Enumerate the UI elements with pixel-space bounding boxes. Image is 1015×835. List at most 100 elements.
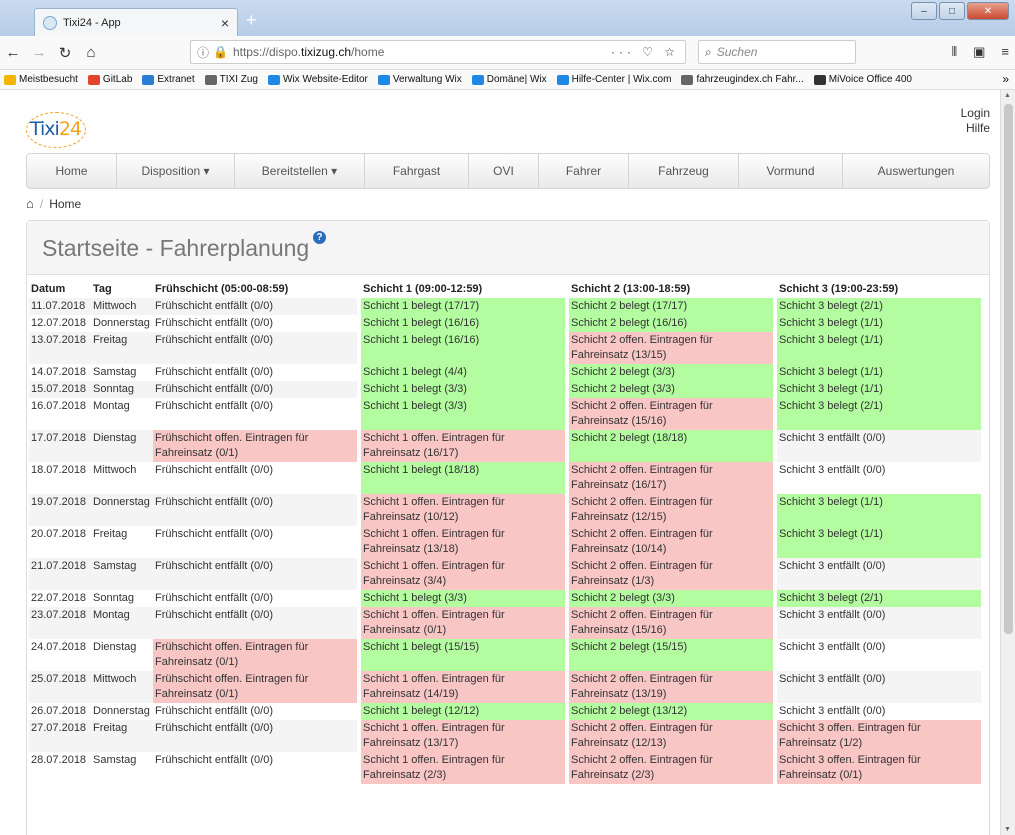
day-cell: Samstag — [91, 752, 153, 784]
library-icon[interactable]: ⫴ — [952, 44, 957, 60]
scroll-down-icon[interactable]: ▼ — [1004, 826, 1011, 833]
table-row: 12.07.2018 Donnerstag Frühschicht entfällt… — [29, 315, 981, 332]
forward-icon[interactable]: → — [26, 44, 52, 61]
shift-filled-cell: Schicht 2 belegt (3/3) — [569, 364, 773, 381]
bookmark-item[interactable]: GitLab — [87, 74, 132, 85]
maximize-icon[interactable]: □ — [939, 2, 965, 20]
menu-item-auswertungen[interactable]: Auswertungen — [843, 154, 989, 188]
menu-item-fahrer[interactable]: Fahrer — [539, 154, 629, 188]
shift-open-cell[interactable]: Schicht 1 offen. Eintragen für Fahreinsa… — [361, 430, 565, 462]
shift-open-cell[interactable]: Schicht 1 offen. Eintragen für Fahreinsa… — [361, 720, 565, 752]
shift-open-cell[interactable]: Schicht 2 offen. Eintragen für Fahreinsa… — [569, 462, 773, 494]
shift-open-cell[interactable]: Frühschicht offen. Eintragen für Fahrein… — [153, 639, 357, 671]
scrollbar-thumb[interactable] — [1004, 104, 1013, 634]
shift-table: Datum Tag Frühschicht (05:00-08:59) Schicht… — [29, 279, 981, 784]
shift-filled-cell: Schicht 1 belegt (3/3) — [361, 590, 565, 607]
date-cell: 21.07.2018 — [29, 558, 91, 590]
info-icon[interactable]: ⓘ — [197, 44, 209, 61]
login-link[interactable]: Login — [961, 106, 990, 121]
date-cell: 26.07.2018 — [29, 703, 91, 720]
shift-open-cell[interactable]: Schicht 2 offen. Eintragen für Fahreinsa… — [569, 720, 773, 752]
reload-icon[interactable]: ↻ — [52, 44, 78, 62]
shift-filled-cell: Schicht 1 belegt (16/16) — [361, 332, 565, 364]
bookmark-item[interactable]: Wix Website-Editor — [268, 74, 368, 85]
shift-cancelled-cell: Frühschicht entfällt (0/0) — [153, 332, 357, 364]
bookmark-item[interactable]: fahrzeugindex.ch Fahr... — [681, 74, 804, 85]
home-icon[interactable]: ⌂ — [78, 44, 104, 61]
scroll-up-icon[interactable]: ▲ — [1004, 92, 1011, 99]
bookmark-item[interactable]: Verwaltung Wix — [377, 74, 462, 85]
page-actions-icon[interactable]: ··· ♡ ☆ — [611, 45, 679, 59]
shift-cancelled-cell: Frühschicht entfällt (0/0) — [153, 381, 357, 398]
shift-filled-cell: Schicht 1 belegt (3/3) — [361, 381, 565, 398]
table-row: 18.07.2018 Mittwoch Frühschicht entfällt (… — [29, 462, 981, 494]
shift-open-cell[interactable]: Schicht 2 offen. Eintragen für Fahreinsa… — [569, 671, 773, 703]
shift-open-cell[interactable]: Schicht 1 offen. Eintragen für Fahreinsa… — [361, 494, 565, 526]
day-cell: Sonntag — [91, 381, 153, 398]
search-placeholder: Suchen — [716, 45, 758, 59]
day-cell: Freitag — [91, 332, 153, 364]
shift-open-cell[interactable]: Frühschicht offen. Eintragen für Fahrein… — [153, 430, 357, 462]
shift-open-cell[interactable]: Schicht 2 offen. Eintragen für Fahreinsa… — [569, 752, 773, 784]
bookmark-label: Domäne| Wix — [486, 74, 547, 85]
shift-open-cell[interactable]: Frühschicht offen. Eintragen für Fahrein… — [153, 671, 357, 703]
bookmark-label: MiVoice Office 400 — [828, 74, 912, 85]
bookmark-item[interactable]: Domäne| Wix — [471, 74, 547, 85]
table-row: 27.07.2018 Freitag Frühschicht entfällt (0… — [29, 720, 981, 752]
shift-open-cell[interactable]: Schicht 1 offen. Eintragen für Fahreinsa… — [361, 752, 565, 784]
new-tab-icon[interactable]: + — [246, 10, 257, 31]
table-row: 20.07.2018 Freitag Frühschicht entfällt (0… — [29, 526, 981, 558]
shift-open-cell[interactable]: Schicht 1 offen. Eintragen für Fahreinsa… — [361, 526, 565, 558]
page-scrollbar[interactable]: ▲ ▼ — [1000, 90, 1015, 835]
shift-open-cell[interactable]: Schicht 3 offen. Eintragen für Fahreinsa… — [777, 720, 981, 752]
table-row: 25.07.2018 Mittwoch Frühschicht offen. Ein… — [29, 671, 981, 703]
bookmark-item[interactable]: MiVoice Office 400 — [813, 74, 912, 85]
minimize-icon[interactable]: ‒ — [911, 2, 937, 20]
bookmarks-overflow-icon[interactable]: » — [1002, 72, 1009, 86]
bookmark-item[interactable]: Meistbesucht — [4, 74, 78, 85]
tixi24-logo[interactable]: Tixi24 — [26, 112, 86, 150]
menu-item-fahrgast[interactable]: Fahrgast — [365, 154, 469, 188]
shift-open-cell[interactable]: Schicht 2 offen. Eintragen für Fahreinsa… — [569, 607, 773, 639]
shift-filled-cell: Schicht 1 belegt (17/17) — [361, 298, 565, 315]
sidebar-icon[interactable]: ▣ — [973, 44, 985, 60]
top-links: Login Hilfe — [961, 106, 990, 136]
shift-open-cell[interactable]: Schicht 1 offen. Eintragen für Fahreinsa… — [361, 607, 565, 639]
hamburger-menu-icon[interactable]: ≡ — [1001, 44, 1009, 60]
menu-item-disposition[interactable]: Disposition ▾ — [117, 154, 235, 188]
day-cell: Mittwoch — [91, 298, 153, 315]
shift-open-cell[interactable]: Schicht 1 offen. Eintragen für Fahreinsa… — [361, 671, 565, 703]
shift-open-cell[interactable]: Schicht 2 offen. Eintragen für Fahreinsa… — [569, 526, 773, 558]
back-icon[interactable]: ← — [0, 44, 26, 61]
tab-close-icon[interactable]: × — [221, 15, 229, 31]
shift-open-cell[interactable]: Schicht 3 offen. Eintragen für Fahreinsa… — [777, 752, 981, 784]
menu-item-bereitstellen[interactable]: Bereitstellen ▾ — [235, 154, 365, 188]
shift-filled-cell: Schicht 3 belegt (1/1) — [777, 315, 981, 332]
help-link[interactable]: Hilfe — [961, 121, 990, 136]
url-text[interactable]: https://dispo.tixizug.ch/home — [233, 45, 611, 59]
shift-open-cell[interactable]: Schicht 2 offen. Eintragen für Fahreinsa… — [569, 558, 773, 590]
shift-open-cell[interactable]: Schicht 1 offen. Eintragen für Fahreinsa… — [361, 558, 565, 590]
url-bar[interactable]: ⓘ 🔒 https://dispo.tixizug.ch/home ··· ♡ … — [190, 40, 686, 64]
shift-open-cell[interactable]: Schicht 2 offen. Eintragen für Fahreinsa… — [569, 332, 773, 364]
table-row: 15.07.2018 Sonntag Frühschicht entfällt (0… — [29, 381, 981, 398]
bookmark-item[interactable]: Extranet — [142, 74, 195, 85]
bookmark-label: Extranet — [157, 74, 195, 85]
menu-item-fahrzeug[interactable]: Fahrzeug — [629, 154, 739, 188]
shift-filled-cell: Schicht 1 belegt (3/3) — [361, 398, 565, 430]
search-input[interactable]: ⌕ Suchen — [698, 40, 856, 64]
close-window-icon[interactable]: ✕ — [967, 2, 1009, 20]
bookmark-item[interactable]: Hilfe-Center | Wix.com — [556, 74, 671, 85]
breadcrumb-home-icon[interactable]: ⌂ — [26, 196, 34, 211]
menu-item-vormund[interactable]: Vormund — [739, 154, 843, 188]
shift-open-cell[interactable]: Schicht 2 offen. Eintragen für Fahreinsa… — [569, 494, 773, 526]
bookmark-icon — [268, 74, 280, 85]
shift-cancelled-cell: Frühschicht entfällt (0/0) — [153, 590, 357, 607]
question-help-icon[interactable]: ? — [313, 231, 326, 244]
browser-tab[interactable]: Tixi24 - App × — [34, 8, 238, 36]
bookmark-icon — [556, 74, 569, 85]
shift-open-cell[interactable]: Schicht 2 offen. Eintragen für Fahreinsa… — [569, 398, 773, 430]
menu-item-home[interactable]: Home — [27, 154, 117, 188]
bookmark-item[interactable]: TIXI Zug — [204, 74, 258, 85]
menu-item-ovi[interactable]: OVI — [469, 154, 539, 188]
